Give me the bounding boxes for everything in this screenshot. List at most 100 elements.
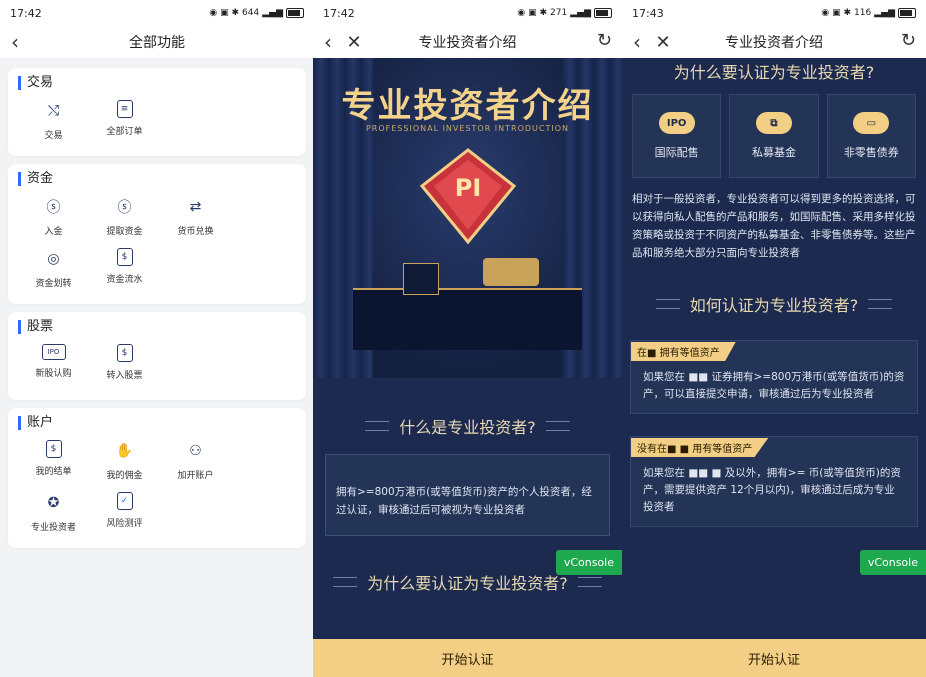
shuffle-icon: ⤭ bbox=[47, 103, 60, 119]
section-title-what-is: 什么是专业投资者? bbox=[399, 418, 536, 437]
function-item-risk-assessment[interactable]: ✓ 风险测评 bbox=[89, 488, 160, 540]
net-speed: 116 bbox=[854, 8, 872, 18]
pi-badge-icon: PI bbox=[419, 148, 517, 245]
net-speed: 644 bbox=[242, 8, 260, 18]
panel-all-functions: 17:42 ◉ ▣ ✱ 644 ▂▄▆ ‹ 全部功能 交易 ⤭ 交易 ≡ 全部订单 … bbox=[0, 0, 314, 677]
section-title: 账户 bbox=[18, 416, 296, 430]
item-label: 风险测评 bbox=[106, 519, 143, 529]
badge-text: PI bbox=[455, 174, 482, 202]
item-label: 交易 bbox=[44, 131, 63, 141]
benefits-row: IPO 国际配售 ⧉ 私募基金 ▭ 非零售债券 bbox=[632, 94, 916, 178]
option-text: 如果您在 ■■ 证券拥有>=800万港币(或等值货币)的资产，可以直接提交申请，… bbox=[643, 371, 905, 400]
benefit-non-retail-bond: ▭ 非零售债券 bbox=[826, 94, 916, 178]
deposit-icon: ⓢ bbox=[46, 200, 61, 216]
back-icon[interactable]: ‹ bbox=[0, 30, 30, 54]
benefit-label: 国际配售 bbox=[654, 146, 699, 159]
function-item-statement[interactable]: $ 我的结单 bbox=[18, 436, 89, 488]
start-certification-button[interactable]: 开始认证 bbox=[313, 639, 622, 677]
status-time: 17:43 bbox=[632, 6, 664, 20]
item-label: 全部订单 bbox=[106, 127, 143, 137]
what-is-text: 拥有>=800万港币(或等值货币)资产的个人投资者，经过认证，审核通过后可被视为… bbox=[336, 486, 592, 516]
item-label: 提取资金 bbox=[106, 227, 143, 237]
function-item-fund-transfer[interactable]: ◎ 资金划转 bbox=[18, 244, 89, 296]
function-item-withdraw[interactable]: ⓢ 提取资金 bbox=[89, 192, 160, 244]
close-icon[interactable]: ✕ bbox=[652, 32, 674, 53]
back-icon[interactable]: ‹ bbox=[622, 30, 652, 54]
option-text: 如果您在 ■■ ■ 及以外，拥有>= 币(或等值货币)的资产，需要提供资产 12… bbox=[643, 467, 901, 513]
statement-icon: $ bbox=[45, 440, 62, 458]
benefit-label: 非零售债券 bbox=[843, 146, 899, 159]
function-item-add-account[interactable]: ⚇ 加开账户 bbox=[160, 436, 231, 488]
private-fund-icon: ⧉ bbox=[755, 112, 792, 134]
close-icon[interactable]: ✕ bbox=[343, 32, 365, 53]
stage-decoration bbox=[353, 288, 582, 350]
net-speed: 271 bbox=[550, 8, 568, 18]
status-bar: 17:42 ◉ ▣ ✱ 644 ▂▄▆ bbox=[0, 0, 314, 26]
ipo-icon: IPO bbox=[658, 112, 695, 134]
decoration-left bbox=[655, 299, 680, 309]
what-is-text-box: 拥有>=800万港币(或等值货币)资产的个人投资者，经过认证，审核通过后可被视为… bbox=[325, 454, 610, 536]
section-title-why: 为什么要认证为专业投资者? bbox=[673, 63, 875, 82]
option-card-without-assets: 没有在■ ■ 用有等值资产 如果您在 ■■ ■ 及以外，拥有>= 币(或等值货币… bbox=[630, 436, 918, 527]
decoration-left bbox=[333, 577, 358, 587]
section-title: 资金 bbox=[18, 172, 296, 186]
status-bar: 17:42 ◉ ▣ ✱ 271 ▂▄▆ bbox=[313, 0, 622, 26]
option-tag: 在■ 拥有等值资产 bbox=[631, 342, 736, 361]
refresh-icon[interactable]: ↻ bbox=[597, 30, 612, 51]
back-icon[interactable]: ‹ bbox=[313, 30, 343, 54]
ipo-icon: IPO bbox=[41, 344, 66, 360]
function-item-pro-investor[interactable]: ✪ 专业投资者 bbox=[18, 488, 89, 540]
battery-icon bbox=[594, 8, 612, 18]
function-item-fund-flow[interactable]: $ 资金流水 bbox=[89, 244, 160, 296]
function-item-stock-transfer-in[interactable]: $ 转入股票 bbox=[89, 340, 160, 392]
battery-icon bbox=[898, 8, 916, 18]
vconsole-button[interactable]: vConsole bbox=[555, 550, 622, 575]
item-label: 入金 bbox=[44, 227, 63, 237]
vconsole-button[interactable]: vConsole bbox=[859, 550, 926, 575]
section-what-is: 什么是专业投资者? bbox=[313, 414, 622, 438]
fund-flow-icon: $ bbox=[116, 248, 133, 266]
status-time: 17:42 bbox=[10, 6, 42, 20]
section-title-how: 如何认证为专业投资者? bbox=[689, 296, 859, 315]
decoration-right bbox=[868, 299, 893, 309]
decoration-right bbox=[577, 577, 602, 587]
function-item-ipo[interactable]: IPO 新股认购 bbox=[18, 340, 89, 392]
bond-icon: ▭ bbox=[853, 112, 890, 134]
option-card-with-assets: 在■ 拥有等值资产 如果您在 ■■ 证券拥有>=800万港币(或等值货币)的资产… bbox=[630, 340, 918, 414]
status-bar: 17:43 ◉ ▣ ✱ 116 ▂▄▆ bbox=[622, 0, 926, 26]
item-label: 加开账户 bbox=[177, 471, 214, 481]
section-title: 股票 bbox=[18, 320, 296, 334]
refresh-icon[interactable]: ↻ bbox=[901, 30, 916, 51]
benefit-private-fund: ⧉ 私募基金 bbox=[729, 94, 819, 178]
function-item-all-orders[interactable]: ≡ 全部订单 bbox=[89, 96, 160, 148]
section-funds: 资金 ⓢ 入金 ⓢ 提取资金 ⇄ 货币兑换 ◎ 资金划转 $ 资金流水 bbox=[8, 164, 306, 304]
nav-bar: ‹ ✕ 专业投资者介绍 ↻ bbox=[622, 26, 926, 58]
function-item-deposit[interactable]: ⓢ 入金 bbox=[18, 192, 89, 244]
item-label: 我的结单 bbox=[35, 467, 72, 477]
function-item-currency-exchange[interactable]: ⇄ 货币兑换 bbox=[160, 192, 231, 244]
battery-icon bbox=[286, 8, 304, 18]
nav-bar: ‹ ✕ 专业投资者介绍 ↻ bbox=[313, 26, 622, 58]
function-item-commission[interactable]: ✋ 我的佣金 bbox=[89, 436, 160, 488]
section-how: 如何认证为专业投资者? bbox=[622, 292, 926, 316]
benefit-label: 私募基金 bbox=[751, 146, 796, 159]
section-why: 为什么要认证为专业投资者? bbox=[622, 62, 926, 84]
decoration-right bbox=[545, 421, 570, 431]
item-label: 货币兑换 bbox=[177, 227, 214, 237]
item-label: 转入股票 bbox=[106, 371, 143, 381]
gift-box bbox=[403, 263, 439, 295]
status-time: 17:42 bbox=[323, 6, 355, 20]
item-label: 新股认购 bbox=[35, 369, 72, 379]
option-tag: 没有在■ ■ 用有等值资产 bbox=[631, 438, 769, 457]
benefit-international-placement: IPO 国际配售 bbox=[632, 94, 722, 178]
status-icons: ◉ ▣ ✱ 116 ▂▄▆ bbox=[821, 8, 916, 18]
transfer-icon: ◎ bbox=[47, 251, 60, 267]
panel-pro-investor-intro: 17:42 ◉ ▣ ✱ 271 ▂▄▆ ‹ ✕ 专业投资者介绍 ↻ 专业投资者介… bbox=[313, 0, 622, 677]
function-item-trade[interactable]: ⤭ 交易 bbox=[18, 96, 89, 148]
risk-assessment-icon: ✓ bbox=[116, 492, 133, 510]
section-title: 交易 bbox=[18, 76, 296, 90]
start-certification-button[interactable]: 开始认证 bbox=[622, 639, 926, 677]
add-account-icon: ⚇ bbox=[189, 443, 202, 459]
item-label: 资金流水 bbox=[106, 275, 143, 285]
section-account: 账户 $ 我的结单 ✋ 我的佣金 ⚇ 加开账户 ✪ 专业投资者 ✓ 风险测评 bbox=[8, 408, 306, 548]
